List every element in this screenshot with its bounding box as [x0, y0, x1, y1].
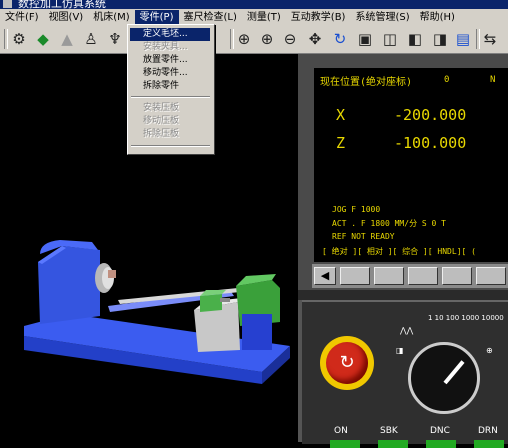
- machine-select-icon[interactable]: ⚙: [9, 29, 29, 49]
- softkey-left-arrow[interactable]: ◀: [314, 267, 336, 285]
- fixture-icon[interactable]: ▲: [57, 29, 77, 49]
- dnc-label: DNC: [430, 426, 450, 436]
- chuck-jaw: [108, 270, 116, 278]
- menu-machine[interactable]: 机床(M): [88, 10, 134, 25]
- menu-item-remove-clamp[interactable]: 拆除压板: [130, 128, 210, 141]
- menu-part[interactable]: 零件(P): [134, 10, 179, 25]
- view-right-icon[interactable]: ◨: [430, 29, 450, 49]
- drn-button[interactable]: [474, 440, 504, 448]
- o-number: 0: [444, 75, 450, 85]
- menu-item-place-part[interactable]: 放置零件...: [130, 54, 210, 67]
- menu-system-management[interactable]: 系统管理(S): [350, 10, 414, 25]
- x-axis-value: -200.000: [394, 106, 467, 124]
- mode-selector-knob[interactable]: [408, 342, 480, 414]
- switch-panel-icon[interactable]: ⇆: [480, 29, 500, 49]
- position-title: 现在位置(绝对座标): [320, 77, 413, 88]
- jog-mode-icon: ◨: [396, 346, 404, 355]
- menu-interactive-teaching[interactable]: 互动教学(B): [286, 10, 351, 25]
- softkey-1[interactable]: [340, 267, 370, 285]
- softkey-2[interactable]: [374, 267, 404, 285]
- menu-gauge-check[interactable]: 塞尺检查(L): [179, 10, 242, 25]
- on-button[interactable]: [330, 440, 360, 448]
- menu-item-define-blank[interactable]: 定义毛坯...: [130, 28, 210, 41]
- window-title-bar: 数控加工仿真系统: [0, 0, 508, 9]
- emergency-stop-ring: ↻: [320, 336, 374, 390]
- softkey-labels: [ 绝对 ][ 相对 ][ 综合 ][ HNDL][ (: [322, 247, 476, 256]
- panel-divider: [298, 290, 508, 300]
- rotate-icon[interactable]: ↻: [330, 29, 350, 49]
- tool-post: [200, 294, 222, 312]
- ref-status: REF NOT READY: [332, 232, 395, 241]
- emergency-stop-icon: ↻: [339, 352, 355, 373]
- tool-bit: [220, 298, 230, 302]
- place-part-icon[interactable]: ♙: [81, 29, 101, 49]
- sbk-label: SBK: [380, 426, 398, 436]
- tool-select-icon[interactable]: ♆: [105, 29, 125, 49]
- dnc-button[interactable]: [426, 440, 456, 448]
- feed-rate-icon: ⋀⋀: [400, 326, 414, 335]
- menu-measure[interactable]: 测量(T): [242, 10, 286, 25]
- view-top-icon[interactable]: ◫: [380, 29, 400, 49]
- cnc-display: 现在位置(绝对座标) 0 N X -200.000 Z -100.000 JOG…: [314, 68, 508, 262]
- view-front-icon[interactable]: ▣: [355, 29, 375, 49]
- softkey-3[interactable]: [408, 267, 438, 285]
- machine-operator-panel: ↻ 1 10 100 1000 10000 ⋀⋀ ◨ ⊕ ON SBK DNC …: [302, 300, 508, 448]
- screen-bezel: 现在位置(绝对座标) 0 N X -200.000 Z -100.000 JOG…: [298, 54, 508, 290]
- zoom-region-icon[interactable]: ⊕: [234, 29, 254, 49]
- rapid-scale-labels: 1 10 100 1000 10000: [428, 314, 504, 322]
- menu-item-remove-part[interactable]: 拆除零件: [130, 80, 210, 93]
- act-status: ACT . F 1800 MM/分 S 0 T: [332, 219, 446, 228]
- jog-status: JOG F 1000: [332, 205, 381, 214]
- toolbar-separator: [4, 29, 8, 49]
- pan-icon[interactable]: ✥: [305, 29, 325, 49]
- drn-label: DRN: [478, 426, 498, 436]
- window-title: 数控加工仿真系统: [18, 0, 106, 9]
- menu-file[interactable]: 文件(F): [0, 10, 44, 25]
- emergency-stop-button[interactable]: ↻: [326, 342, 368, 384]
- control-panel-icon[interactable]: ▤: [453, 29, 473, 49]
- n-number: N: [490, 75, 496, 85]
- z-axis-value: -100.000: [394, 134, 467, 152]
- sbk-button[interactable]: [378, 440, 408, 448]
- handwheel-mode-icon: ⊕: [486, 346, 493, 355]
- menu-view[interactable]: 视图(V): [44, 10, 89, 25]
- menu-separator: [131, 96, 210, 98]
- softkey-5[interactable]: [476, 267, 506, 285]
- menu-help[interactable]: 帮助(H): [415, 10, 460, 25]
- z-axis-label: Z: [336, 134, 346, 152]
- softkey-row: ◀: [312, 264, 508, 288]
- menu-item-move-part[interactable]: 移动零件...: [130, 67, 210, 80]
- zoom-in-icon[interactable]: ⊕: [257, 29, 277, 49]
- view-left-icon[interactable]: ◧: [405, 29, 425, 49]
- menu-separator: [131, 145, 210, 147]
- knob-pointer: [443, 360, 465, 385]
- zoom-out-icon[interactable]: ⊖: [280, 29, 300, 49]
- menu-bar: 文件(F) 视图(V) 机床(M) 零件(P) 塞尺检查(L) 测量(T) 互动…: [0, 9, 508, 26]
- menu-item-move-clamp[interactable]: 移动压板: [130, 115, 210, 128]
- toolbar: ⚙ ◆ ▲ ♙ ♆ ⊕ ⊕ ⊖ ✥ ↻ ▣ ◫ ◧ ◨ ▤ ⇆: [0, 26, 508, 54]
- cnc-control-panel: 现在位置(绝对座标) 0 N X -200.000 Z -100.000 JOG…: [298, 54, 508, 448]
- x-axis-label: X: [336, 106, 346, 124]
- softkey-4[interactable]: [442, 267, 472, 285]
- menu-item-install-fixture[interactable]: 安装夹具...: [130, 41, 210, 54]
- blank-define-icon[interactable]: ◆: [33, 29, 53, 49]
- part-menu-dropdown: 定义毛坯... 安装夹具... 放置零件... 移动零件... 拆除零件 安装压…: [127, 24, 215, 155]
- app-icon: [3, 0, 12, 8]
- tailstock-base: [242, 314, 272, 350]
- menu-item-install-clamp[interactable]: 安装压板: [130, 102, 210, 115]
- on-label: ON: [334, 426, 348, 436]
